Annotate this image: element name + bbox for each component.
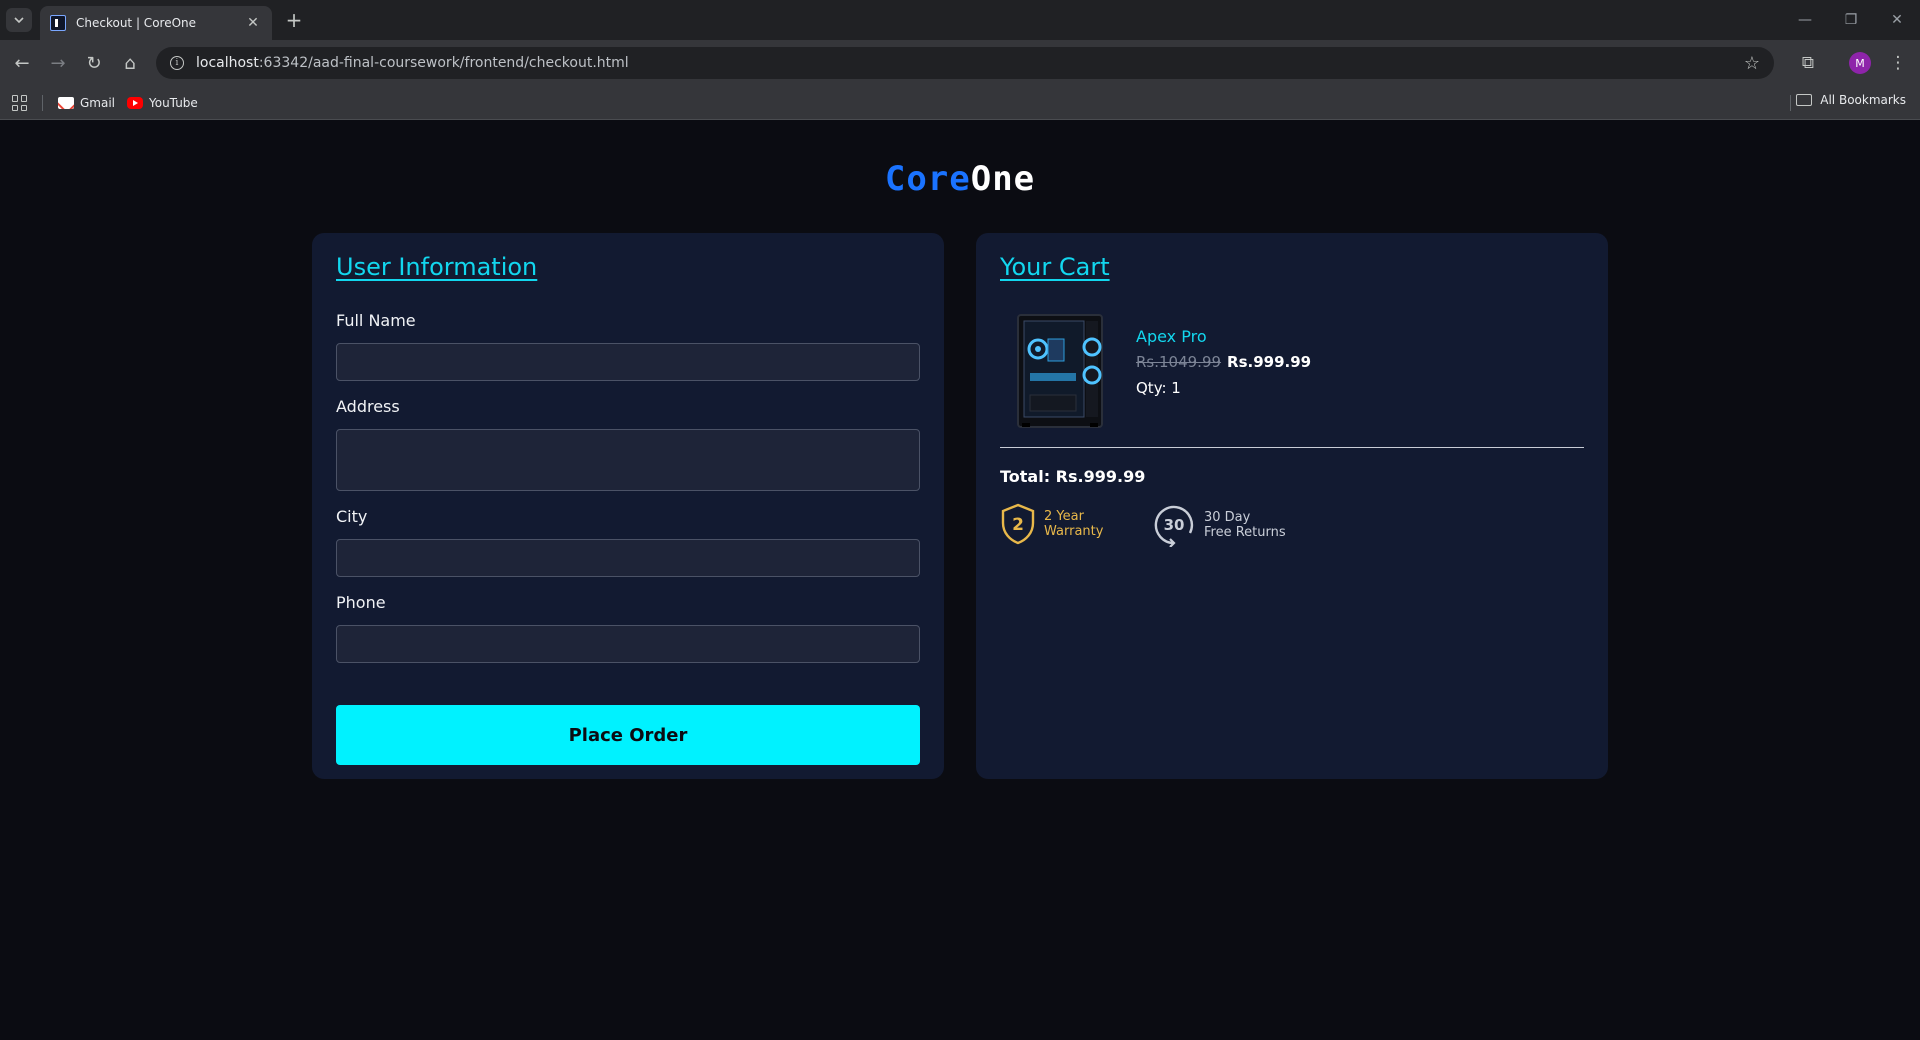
- product-image-pc-case: [1008, 311, 1112, 431]
- bookmark-youtube[interactable]: YouTube: [127, 93, 198, 113]
- svg-text:30: 30: [1164, 516, 1185, 534]
- home-icon[interactable]: ⌂: [116, 49, 144, 77]
- youtube-icon: [127, 97, 143, 109]
- full-name-input[interactable]: [336, 343, 920, 381]
- tab-close-icon[interactable]: ✕: [244, 15, 262, 31]
- bookmark-gmail[interactable]: Gmail: [58, 93, 115, 113]
- returns-text: 30 Day Free Returns: [1204, 510, 1286, 540]
- address-bar[interactable]: i localhost:63342/aad-final-coursework/f…: [156, 47, 1774, 79]
- address-label: Address: [336, 397, 400, 416]
- cart-item-name[interactable]: Apex Pro: [1136, 327, 1207, 346]
- returns-badge: 30 30 Day Free Returns: [1152, 503, 1286, 547]
- sale-price: Rs.999.99: [1227, 353, 1312, 371]
- extensions-icon[interactable]: ⧉: [1794, 49, 1822, 77]
- new-tab-button[interactable]: +: [282, 8, 306, 32]
- forward-arrow-icon[interactable]: →: [44, 49, 72, 77]
- restore-icon[interactable]: ❐: [1828, 0, 1874, 40]
- user-information-card: User Information Full Name Address City …: [312, 233, 944, 779]
- minimize-icon[interactable]: —: [1782, 0, 1828, 40]
- site-favicon-icon: [50, 15, 66, 31]
- all-bookmarks-button[interactable]: All Bookmarks: [1796, 93, 1906, 107]
- cart-divider: [1000, 447, 1584, 448]
- bookmark-label: Gmail: [80, 96, 116, 110]
- cart-heading: Your Cart: [1000, 253, 1110, 281]
- returns-30-icon: 30: [1154, 505, 1194, 547]
- tab-title: Checkout | CoreOne: [76, 16, 197, 30]
- warranty-badge: 2 2 Year Warranty: [1000, 503, 1103, 545]
- place-order-button[interactable]: Place Order: [336, 705, 920, 765]
- cart-item-price: Rs.1049.99 Rs.999.99: [1136, 353, 1311, 371]
- gmail-icon: [58, 97, 74, 109]
- city-label: City: [336, 507, 368, 526]
- cart-total: Total: Rs.999.99: [1000, 467, 1146, 486]
- cart-card: Your Cart Apex Pro Rs.1049.99 Rs.999.99: [976, 233, 1608, 779]
- bookmark-star-icon[interactable]: ☆: [1744, 53, 1760, 74]
- site-logo[interactable]: CoreOne: [0, 159, 1920, 199]
- city-input[interactable]: [336, 539, 920, 577]
- phone-label: Phone: [336, 593, 386, 612]
- browser-toolbar: ← → ↻ ⌂ i localhost:63342/aad-final-cour…: [0, 40, 1920, 86]
- tab-search-button[interactable]: [6, 8, 32, 32]
- phone-input[interactable]: [336, 625, 920, 663]
- window-controls: — ❐ ✕: [1782, 0, 1920, 40]
- original-price: Rs.1049.99: [1136, 353, 1222, 371]
- avatar: M: [1849, 52, 1871, 74]
- cart-item-quantity: Qty: 1: [1136, 379, 1181, 397]
- back-arrow-icon[interactable]: ←: [8, 49, 36, 77]
- url-text: localhost:63342/aad-final-coursework/fro…: [196, 55, 629, 71]
- checkout-page: CoreOne User Information Full Name Addre…: [0, 121, 1920, 1040]
- svg-text:2: 2: [1012, 515, 1024, 535]
- bookmarks-separator: [42, 95, 43, 111]
- chevron-down-icon: [14, 17, 24, 24]
- bookmarks-bar: Gmail YouTube All Bookmarks: [0, 86, 1920, 120]
- shield-warranty-icon: 2: [1001, 503, 1035, 545]
- full-name-label: Full Name: [336, 311, 416, 330]
- user-information-heading: User Information: [336, 253, 538, 281]
- menu-dots-icon[interactable]: ⋮: [1884, 49, 1912, 77]
- bookmarks-separator: [1790, 95, 1791, 111]
- profile-avatar-button[interactable]: M: [1846, 49, 1874, 77]
- close-window-icon[interactable]: ✕: [1874, 0, 1920, 40]
- bookmark-label: YouTube: [149, 96, 198, 110]
- address-textarea[interactable]: [336, 429, 920, 491]
- site-info-icon[interactable]: i: [170, 56, 184, 70]
- browser-tabstrip: Checkout | CoreOne ✕ + — ❐ ✕: [0, 0, 1920, 40]
- browser-tab-active[interactable]: Checkout | CoreOne ✕: [40, 6, 272, 40]
- folder-icon: [1796, 94, 1813, 106]
- warranty-text: 2 Year Warranty: [1044, 509, 1104, 539]
- apps-grid-icon[interactable]: [12, 95, 28, 111]
- reload-icon[interactable]: ↻: [80, 49, 108, 77]
- all-bookmarks-label: All Bookmarks: [1820, 93, 1906, 107]
